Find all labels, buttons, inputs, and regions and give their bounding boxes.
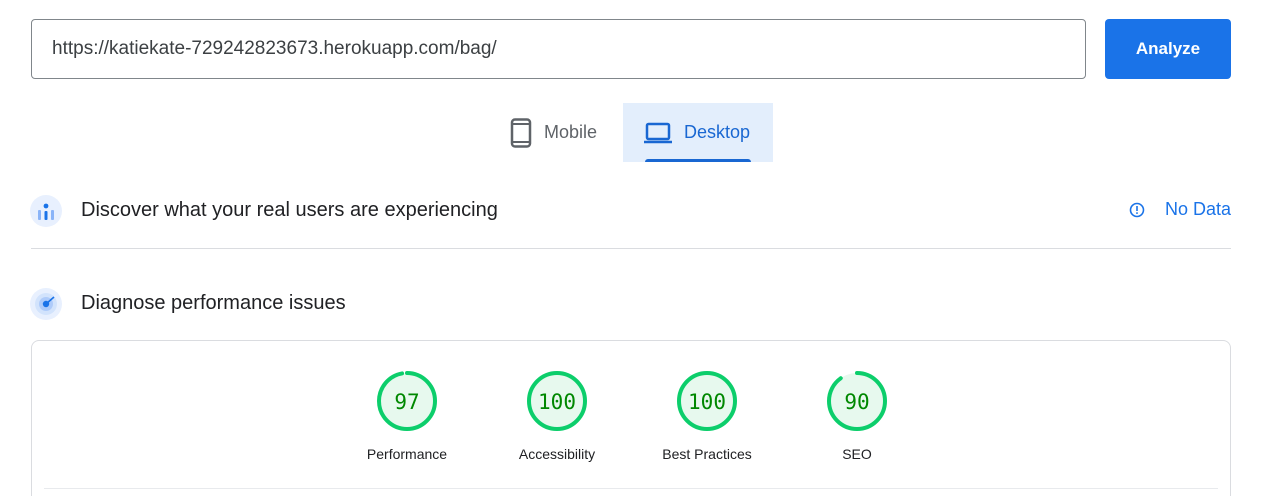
phone-icon xyxy=(510,117,532,148)
lighthouse-target-icon xyxy=(30,288,62,320)
tab-mobile-label: Mobile xyxy=(544,122,598,142)
tab-desktop-label: Desktop xyxy=(684,122,751,142)
crux-chart-icon xyxy=(30,195,62,227)
score-value: 100 xyxy=(538,390,576,414)
real-users-title: Discover what your real users are experi… xyxy=(81,199,498,221)
info-icon xyxy=(1129,202,1145,218)
score-ring: 97 xyxy=(377,371,437,431)
pagespeed-page: Analyze Mobile Desktop Discover xyxy=(0,0,1275,496)
gauge-seo[interactable]: 90 SEO xyxy=(797,370,917,462)
tab-mobile[interactable]: Mobile xyxy=(496,103,623,162)
score-value: 97 xyxy=(394,390,419,414)
score-label: SEO xyxy=(842,446,872,462)
score-label: Best Practices xyxy=(662,446,752,462)
gauge-performance[interactable]: 97 Performance xyxy=(347,370,467,462)
scores-card: 97 Performance 100 Accessibility 100 Bes… xyxy=(31,340,1231,496)
gauge-accessibility[interactable]: 100 Accessibility xyxy=(497,370,617,462)
url-input[interactable] xyxy=(31,19,1086,79)
tab-desktop[interactable]: Desktop xyxy=(623,103,773,162)
no-data-status[interactable]: No Data xyxy=(1129,199,1231,220)
gauge-best-practices[interactable]: 100 Best Practices xyxy=(647,370,767,462)
no-data-label: No Data xyxy=(1164,199,1231,219)
score-ring: 90 xyxy=(827,371,887,431)
laptop-icon xyxy=(644,122,672,144)
score-ring: 100 xyxy=(527,371,587,431)
score-ring: 100 xyxy=(677,371,737,431)
score-label: Performance xyxy=(366,446,448,462)
analyze-button[interactable]: Analyze xyxy=(1105,19,1231,79)
diagnose-title: Diagnose performance issues xyxy=(81,292,346,314)
score-value: 90 xyxy=(844,390,869,414)
section-divider xyxy=(31,248,1231,249)
score-label: Accessibility xyxy=(518,446,596,462)
card-divider xyxy=(44,488,1218,489)
score-value: 100 xyxy=(688,390,726,414)
